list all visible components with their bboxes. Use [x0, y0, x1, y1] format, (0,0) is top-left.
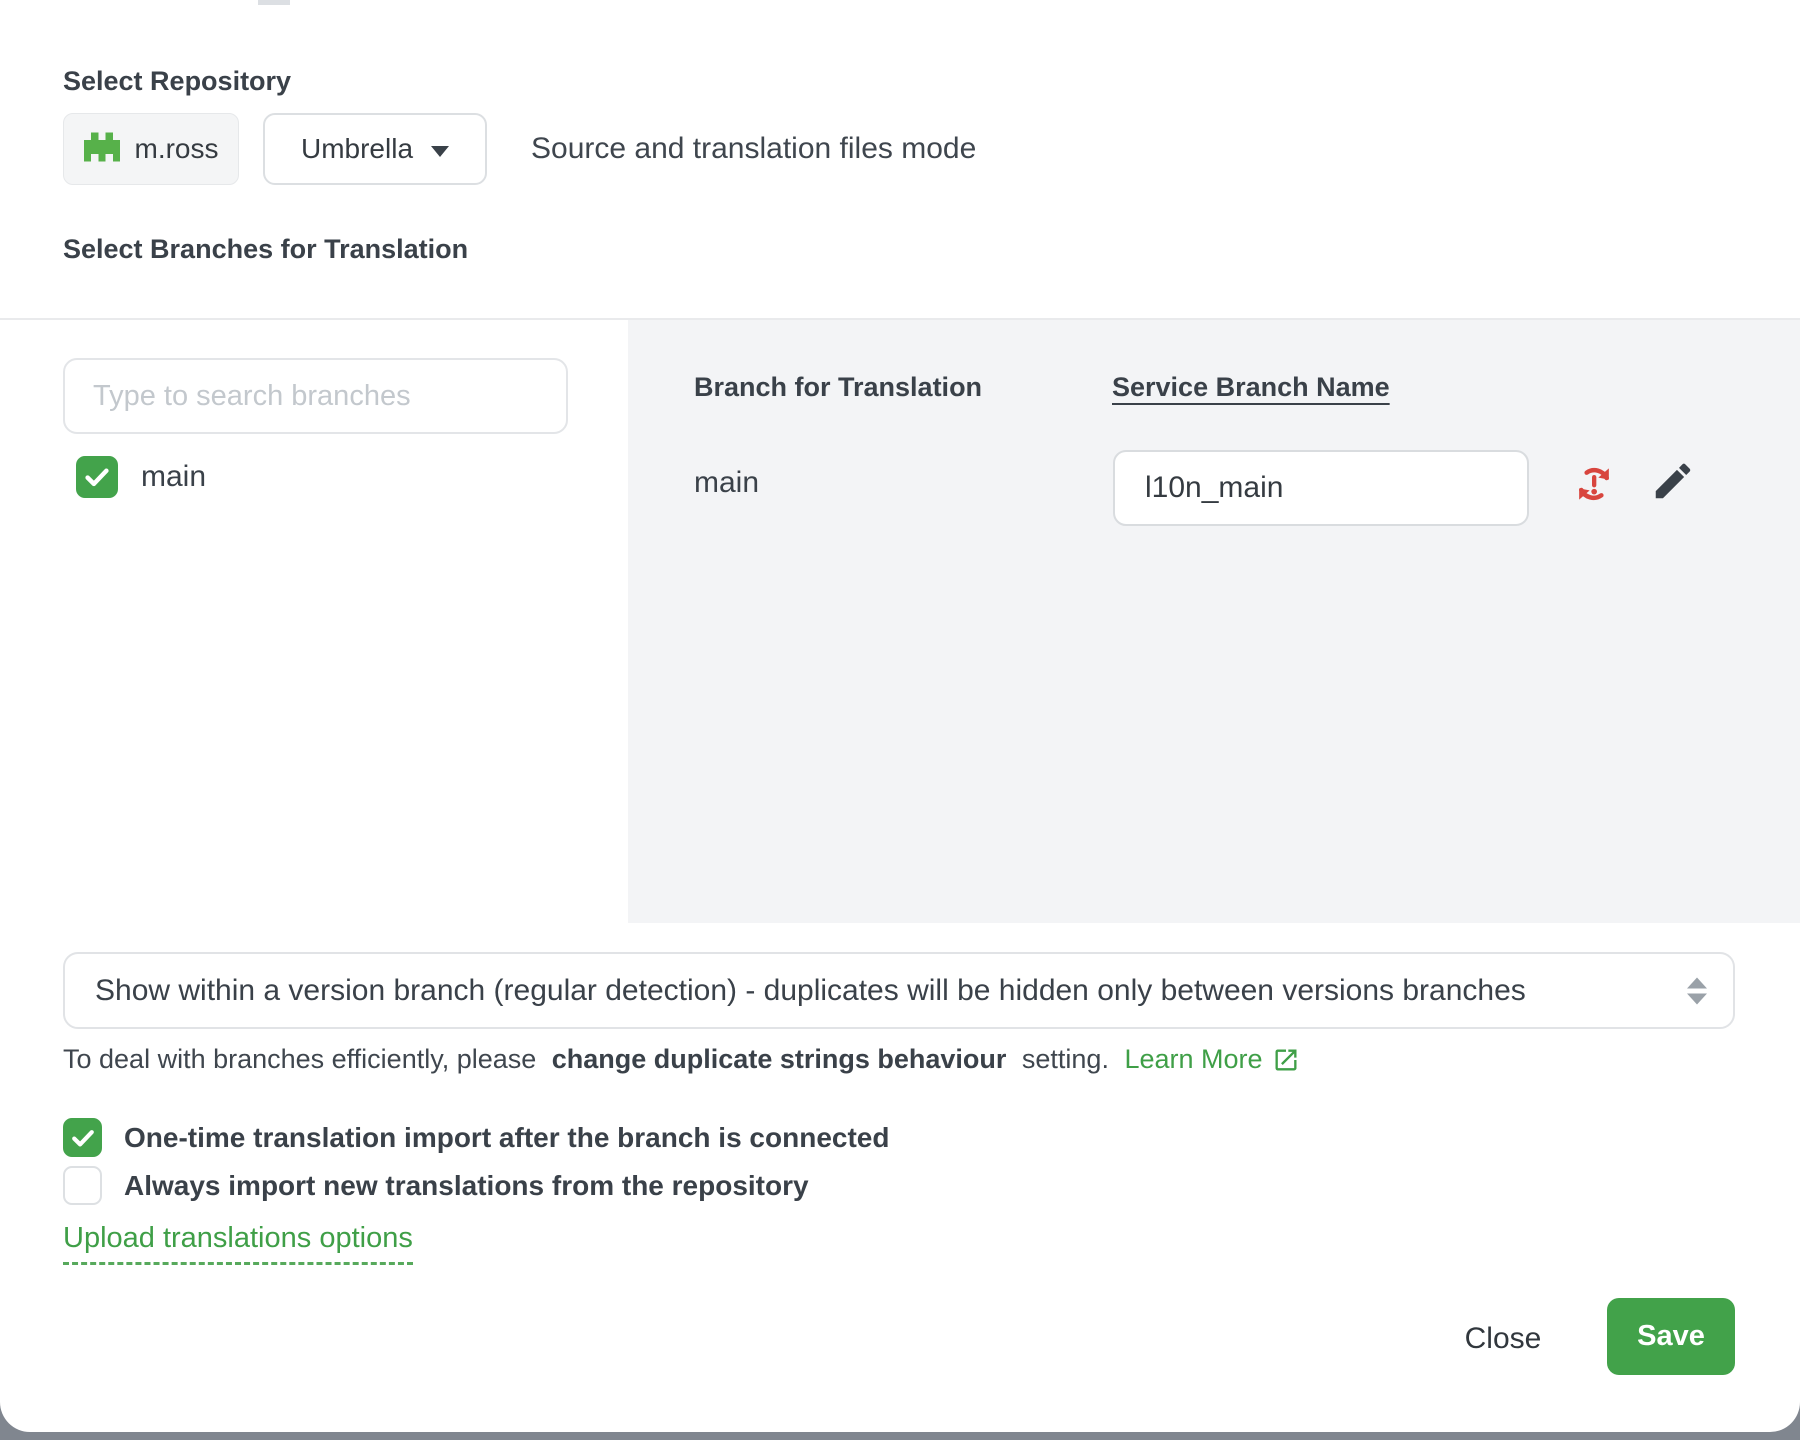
external-link-icon [1272, 1046, 1300, 1074]
files-mode-label: Source and translation files mode [531, 113, 976, 185]
branch-list-item-main[interactable]: main [76, 456, 206, 498]
account-identicon-avatar [84, 129, 120, 170]
repository-dropdown[interactable]: Umbrella [263, 113, 487, 185]
duplicate-strings-selected-option: Show within a version branch (regular de… [95, 974, 1663, 1008]
cropped-element-fragment [258, 0, 290, 5]
sync-warning-icon [1574, 464, 1614, 504]
always-import-label: Always import new translations from the … [124, 1170, 809, 1202]
repository-integration-dialog: Select Repository m.ross Umbrella Source… [0, 0, 1800, 1432]
edit-pencil-icon[interactable] [1650, 458, 1696, 504]
learn-more-link[interactable]: Learn More [1124, 1044, 1299, 1075]
branch-list-item-label: main [141, 460, 206, 494]
always-import-checkbox[interactable] [63, 1166, 102, 1205]
branch-checkbox[interactable] [76, 456, 118, 498]
branch-search-input[interactable] [63, 358, 568, 434]
column-header-service-branch: Service Branch Name [1112, 372, 1390, 403]
checkmark-icon [69, 1124, 97, 1152]
account-name-label: m.ross [135, 133, 219, 165]
one-time-import-option[interactable]: One-time translation import after the br… [63, 1118, 889, 1157]
close-button[interactable]: Close [1448, 1310, 1558, 1366]
upload-translations-options-link[interactable]: Upload translations options [63, 1222, 413, 1265]
one-time-import-checkbox[interactable] [63, 1118, 102, 1157]
save-button[interactable]: Save [1607, 1298, 1735, 1375]
service-branch-name-input[interactable] [1113, 450, 1529, 526]
mapped-branch-name: main [694, 466, 759, 500]
repository-account-button[interactable]: m.ross [63, 113, 239, 185]
help-note-suffix: setting. [1014, 1044, 1116, 1075]
select-branches-title: Select Branches for Translation [63, 234, 468, 265]
select-repository-title: Select Repository [63, 66, 291, 97]
branch-mapping-panel [628, 320, 1800, 923]
column-header-branch: Branch for Translation [694, 372, 982, 403]
duplicate-strings-select[interactable]: Show within a version branch (regular de… [63, 952, 1735, 1029]
repository-dropdown-value: Umbrella [301, 133, 413, 165]
help-note-setting-name: change duplicate strings behaviour [552, 1044, 1007, 1075]
learn-more-label: Learn More [1124, 1044, 1262, 1075]
one-time-import-label: One-time translation import after the br… [124, 1122, 889, 1154]
select-updown-icon [1687, 977, 1707, 1004]
chevron-down-icon [431, 146, 449, 157]
always-import-option[interactable]: Always import new translations from the … [63, 1166, 809, 1205]
help-note-prefix: To deal with branches efficiently, pleas… [63, 1044, 544, 1075]
checkmark-icon [82, 462, 112, 492]
duplicates-help-note: To deal with branches efficiently, pleas… [63, 1044, 1300, 1075]
